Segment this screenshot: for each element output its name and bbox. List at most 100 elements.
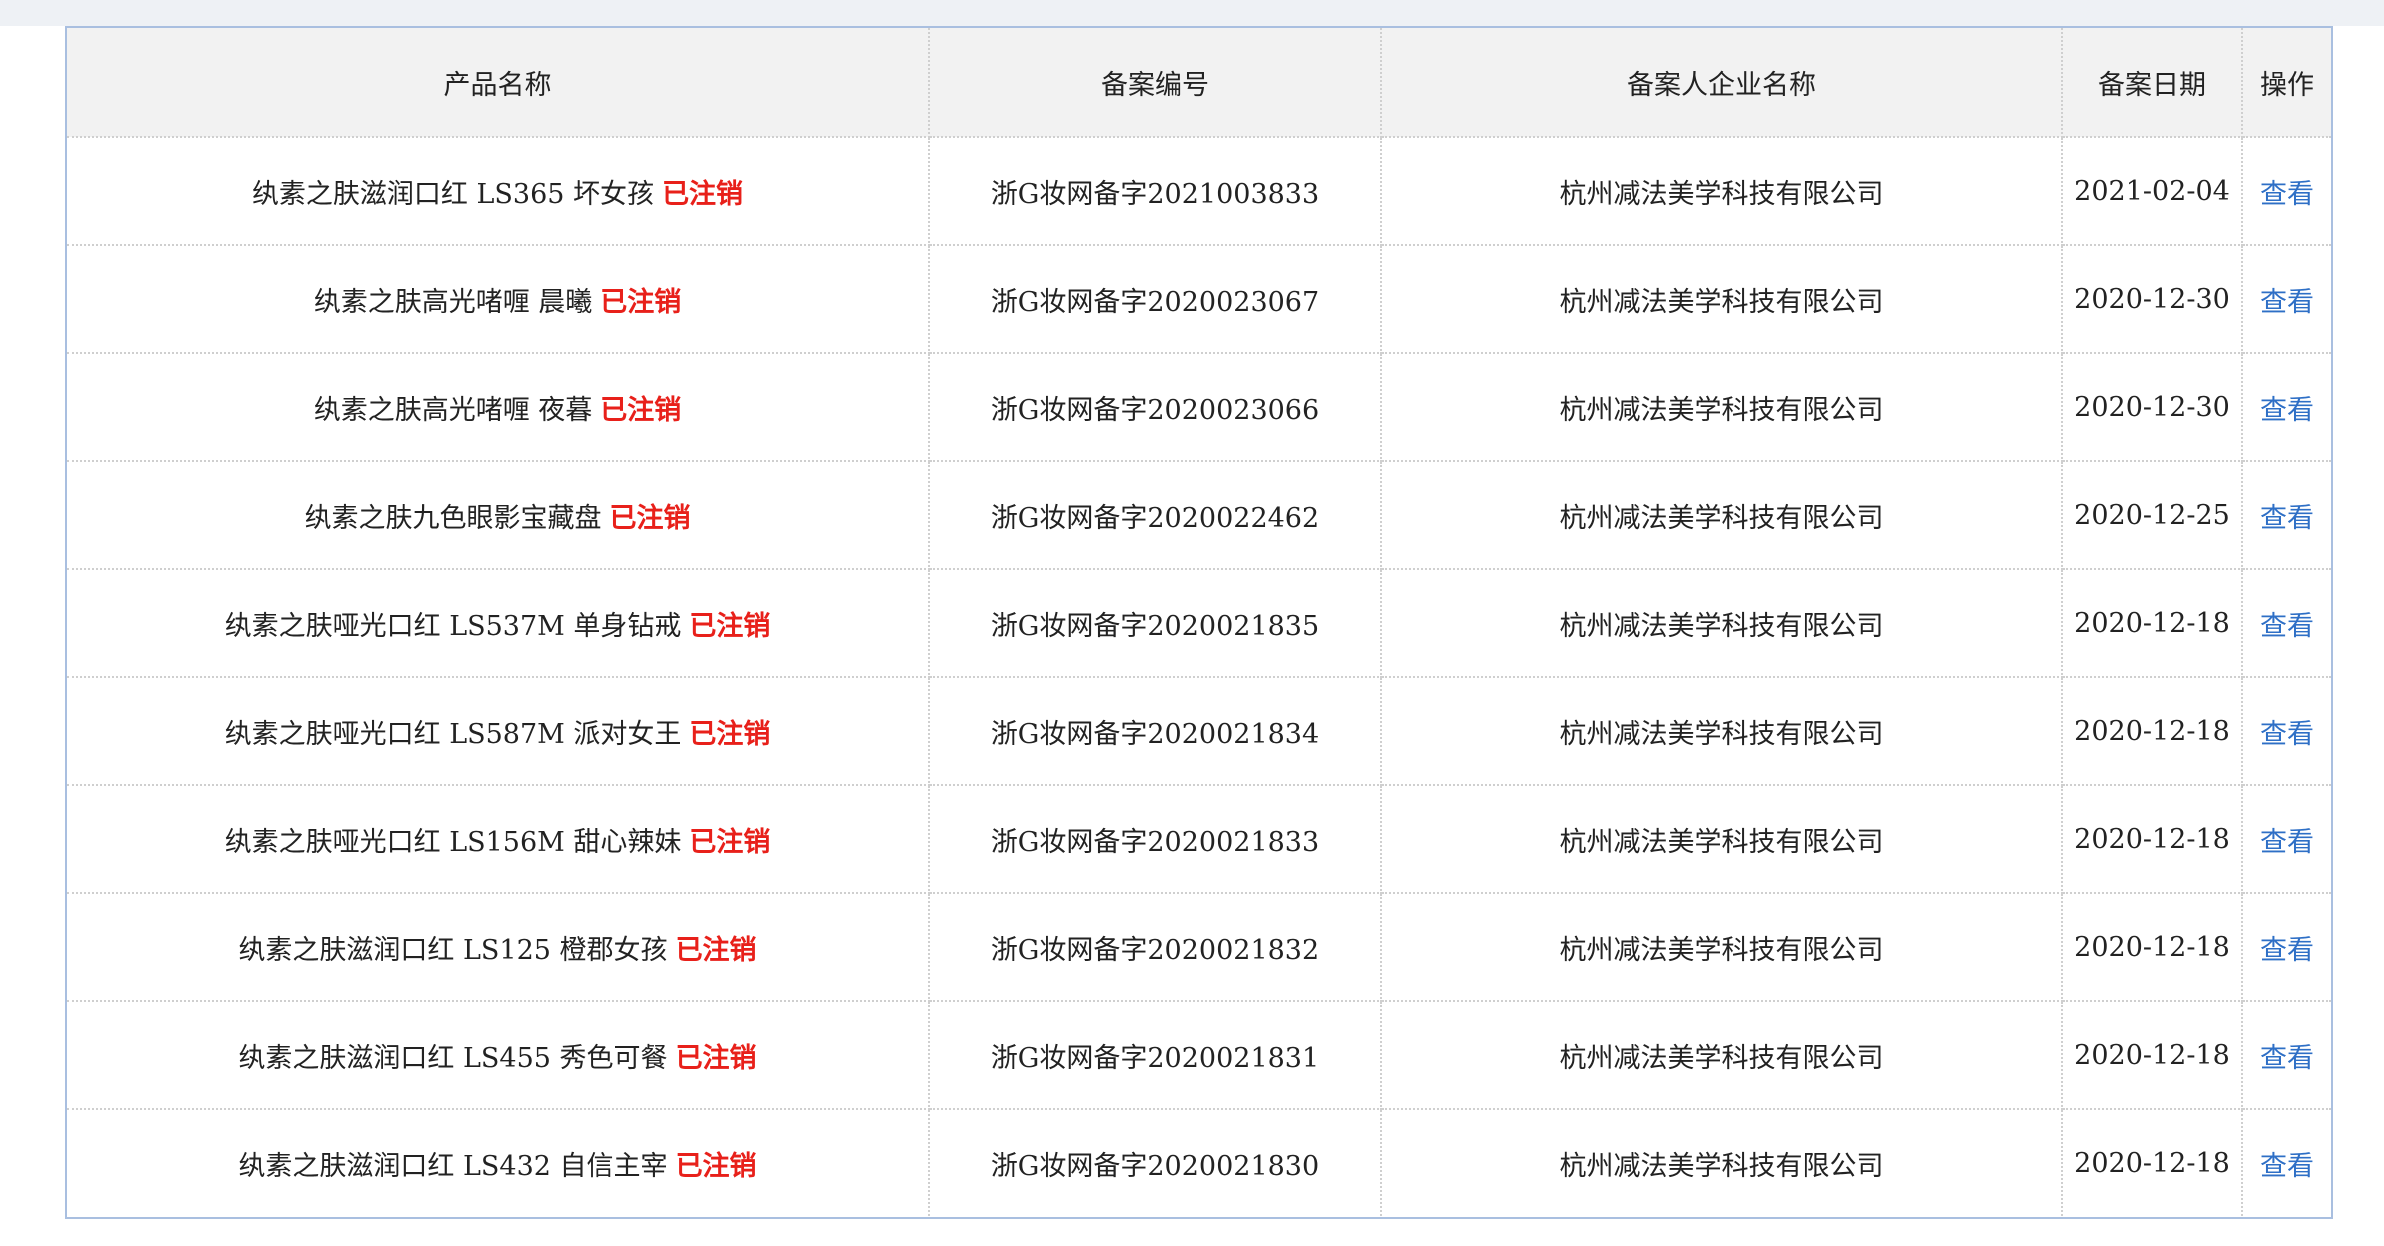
record-number-cell: 浙G妆网备字2020023066 [929, 353, 1382, 462]
record-date-cell: 2020-12-30 [2062, 245, 2243, 354]
view-link[interactable]: 查看 [2260, 503, 2314, 534]
product-name: 纨素之肤九色眼影宝藏盘 [304, 502, 602, 534]
product-name-cell: 纨素之肤滋润口红 LS455 秀色可餐 已注销 [67, 1001, 930, 1110]
status-badge: 已注销 [675, 934, 757, 966]
product-name: 纨素之肤哑光口红 LS156M 甜心辣妹 [224, 826, 682, 858]
status-badge: 已注销 [675, 1042, 757, 1074]
company-name-cell: 杭州减法美学科技有限公司 [1381, 137, 2063, 246]
record-date-cell: 2021-02-04 [2062, 137, 2243, 246]
status-badge: 已注销 [675, 1150, 757, 1182]
record-number-cell: 浙G妆网备字2020021830 [929, 1109, 1382, 1216]
record-number-cell: 浙G妆网备字2020023067 [929, 245, 1382, 354]
company-name-cell: 杭州减法美学科技有限公司 [1381, 785, 2063, 894]
table-row: 纨素之肤哑光口红 LS156M 甜心辣妹 已注销 浙G妆网备字2020021833… [67, 785, 2331, 894]
table-row: 纨素之肤哑光口红 LS587M 派对女王 已注销 浙G妆网备字2020021834… [67, 677, 2331, 786]
product-name-cell: 纨素之肤哑光口红 LS587M 派对女王 已注销 [67, 677, 930, 786]
table-row: 纨素之肤高光啫喱 晨曦 已注销 浙G妆网备字2020023067 杭州减法美学科技… [67, 245, 2331, 354]
header-record-number: 备案编号 [929, 28, 1382, 138]
record-number-cell: 浙G妆网备字2020021832 [929, 893, 1382, 1002]
record-date-cell: 2020-12-18 [2062, 1109, 2243, 1216]
action-cell: 查看 [2242, 1109, 2331, 1216]
action-cell: 查看 [2242, 245, 2331, 354]
action-cell: 查看 [2242, 785, 2331, 894]
product-name: 纨素之肤滋润口红 LS432 自信主宰 [238, 1150, 668, 1182]
company-name-cell: 杭州减法美学科技有限公司 [1381, 1109, 2063, 1216]
top-strip [0, 0, 2384, 26]
action-cell: 查看 [2242, 677, 2331, 786]
table-row: 纨素之肤滋润口红 LS365 坏女孩 已注销 浙G妆网备字2021003833 杭… [67, 137, 2331, 246]
record-date-cell: 2020-12-30 [2062, 353, 2243, 462]
record-number-cell: 浙G妆网备字2021003833 [929, 137, 1382, 246]
product-name: 纨素之肤滋润口红 LS455 秀色可餐 [238, 1042, 668, 1074]
table-row: 纨素之肤哑光口红 LS537M 单身钻戒 已注销 浙G妆网备字2020021835… [67, 569, 2331, 678]
action-cell: 查看 [2242, 353, 2331, 462]
view-link[interactable]: 查看 [2260, 179, 2314, 210]
product-name-cell: 纨素之肤滋润口红 LS125 橙郡女孩 已注销 [67, 893, 930, 1002]
status-badge: 已注销 [662, 178, 744, 210]
status-badge: 已注销 [689, 610, 771, 642]
product-name-cell: 纨素之肤九色眼影宝藏盘 已注销 [67, 461, 930, 570]
record-date-cell: 2020-12-25 [2062, 461, 2243, 570]
product-name: 纨素之肤滋润口红 LS125 橙郡女孩 [238, 934, 668, 966]
company-name-cell: 杭州减法美学科技有限公司 [1381, 245, 2063, 354]
status-badge: 已注销 [609, 502, 691, 534]
status-badge: 已注销 [600, 286, 682, 318]
company-name-cell: 杭州减法美学科技有限公司 [1381, 1001, 2063, 1110]
product-name: 纨素之肤哑光口红 LS587M 派对女王 [224, 718, 682, 750]
company-name-cell: 杭州减法美学科技有限公司 [1381, 353, 2063, 462]
company-name-cell: 杭州减法美学科技有限公司 [1381, 893, 2063, 1002]
status-badge: 已注销 [600, 394, 682, 426]
view-link[interactable]: 查看 [2260, 719, 2314, 750]
table-row: 纨素之肤九色眼影宝藏盘 已注销 浙G妆网备字2020022462 杭州减法美学科技… [67, 461, 2331, 570]
product-name-cell: 纨素之肤滋润口红 LS365 坏女孩 已注销 [67, 137, 930, 246]
action-cell: 查看 [2242, 569, 2331, 678]
record-number-cell: 浙G妆网备字2020021833 [929, 785, 1382, 894]
table-header: 产品名称 备案编号 备案人企业名称 备案日期 操作 [67, 28, 2331, 138]
records-table-container: 产品名称 备案编号 备案人企业名称 备案日期 操作 纨素之肤滋润口红 LS365… [65, 26, 2333, 1219]
view-link[interactable]: 查看 [2260, 827, 2314, 858]
action-cell: 查看 [2242, 461, 2331, 570]
table-row: 纨素之肤滋润口红 LS125 橙郡女孩 已注销 浙G妆网备字2020021832 … [67, 893, 2331, 1002]
product-name: 纨素之肤滋润口红 LS365 坏女孩 [251, 178, 655, 210]
records-table: 产品名称 备案编号 备案人企业名称 备案日期 操作 纨素之肤滋润口红 LS365… [67, 28, 2331, 1216]
status-badge: 已注销 [689, 826, 771, 858]
product-name-cell: 纨素之肤哑光口红 LS537M 单身钻戒 已注销 [67, 569, 930, 678]
product-name-cell: 纨素之肤高光啫喱 夜暮 已注销 [67, 353, 930, 462]
record-date-cell: 2020-12-18 [2062, 893, 2243, 1002]
table-body: 纨素之肤滋润口红 LS365 坏女孩 已注销 浙G妆网备字2021003833 杭… [67, 137, 2331, 1216]
view-link[interactable]: 查看 [2260, 1043, 2314, 1074]
record-date-cell: 2020-12-18 [2062, 785, 2243, 894]
view-link[interactable]: 查看 [2260, 935, 2314, 966]
company-name-cell: 杭州减法美学科技有限公司 [1381, 461, 2063, 570]
product-name-cell: 纨素之肤高光啫喱 晨曦 已注销 [67, 245, 930, 354]
status-badge: 已注销 [689, 718, 771, 750]
product-name: 纨素之肤哑光口红 LS537M 单身钻戒 [224, 610, 682, 642]
action-cell: 查看 [2242, 1001, 2331, 1110]
header-action: 操作 [2242, 28, 2331, 138]
company-name-cell: 杭州减法美学科技有限公司 [1381, 569, 2063, 678]
view-link[interactable]: 查看 [2260, 287, 2314, 318]
record-number-cell: 浙G妆网备字2020022462 [929, 461, 1382, 570]
table-row: 纨素之肤高光啫喱 夜暮 已注销 浙G妆网备字2020023066 杭州减法美学科技… [67, 353, 2331, 462]
product-name-cell: 纨素之肤哑光口红 LS156M 甜心辣妹 已注销 [67, 785, 930, 894]
view-link[interactable]: 查看 [2260, 395, 2314, 426]
header-company-name: 备案人企业名称 [1381, 28, 2063, 138]
header-product-name: 产品名称 [67, 28, 930, 138]
action-cell: 查看 [2242, 137, 2331, 246]
company-name-cell: 杭州减法美学科技有限公司 [1381, 677, 2063, 786]
view-link[interactable]: 查看 [2260, 611, 2314, 642]
view-link[interactable]: 查看 [2260, 1151, 2314, 1182]
record-number-cell: 浙G妆网备字2020021834 [929, 677, 1382, 786]
product-name: 纨素之肤高光啫喱 晨曦 [313, 286, 593, 318]
record-number-cell: 浙G妆网备字2020021835 [929, 569, 1382, 678]
record-date-cell: 2020-12-18 [2062, 677, 2243, 786]
product-name: 纨素之肤高光啫喱 夜暮 [313, 394, 593, 426]
product-name-cell: 纨素之肤滋润口红 LS432 自信主宰 已注销 [67, 1109, 930, 1216]
header-record-date: 备案日期 [2062, 28, 2243, 138]
record-number-cell: 浙G妆网备字2020021831 [929, 1001, 1382, 1110]
table-row: 纨素之肤滋润口红 LS432 自信主宰 已注销 浙G妆网备字2020021830 … [67, 1109, 2331, 1216]
action-cell: 查看 [2242, 893, 2331, 1002]
table-row: 纨素之肤滋润口红 LS455 秀色可餐 已注销 浙G妆网备字2020021831 … [67, 1001, 2331, 1110]
record-date-cell: 2020-12-18 [2062, 1001, 2243, 1110]
record-date-cell: 2020-12-18 [2062, 569, 2243, 678]
